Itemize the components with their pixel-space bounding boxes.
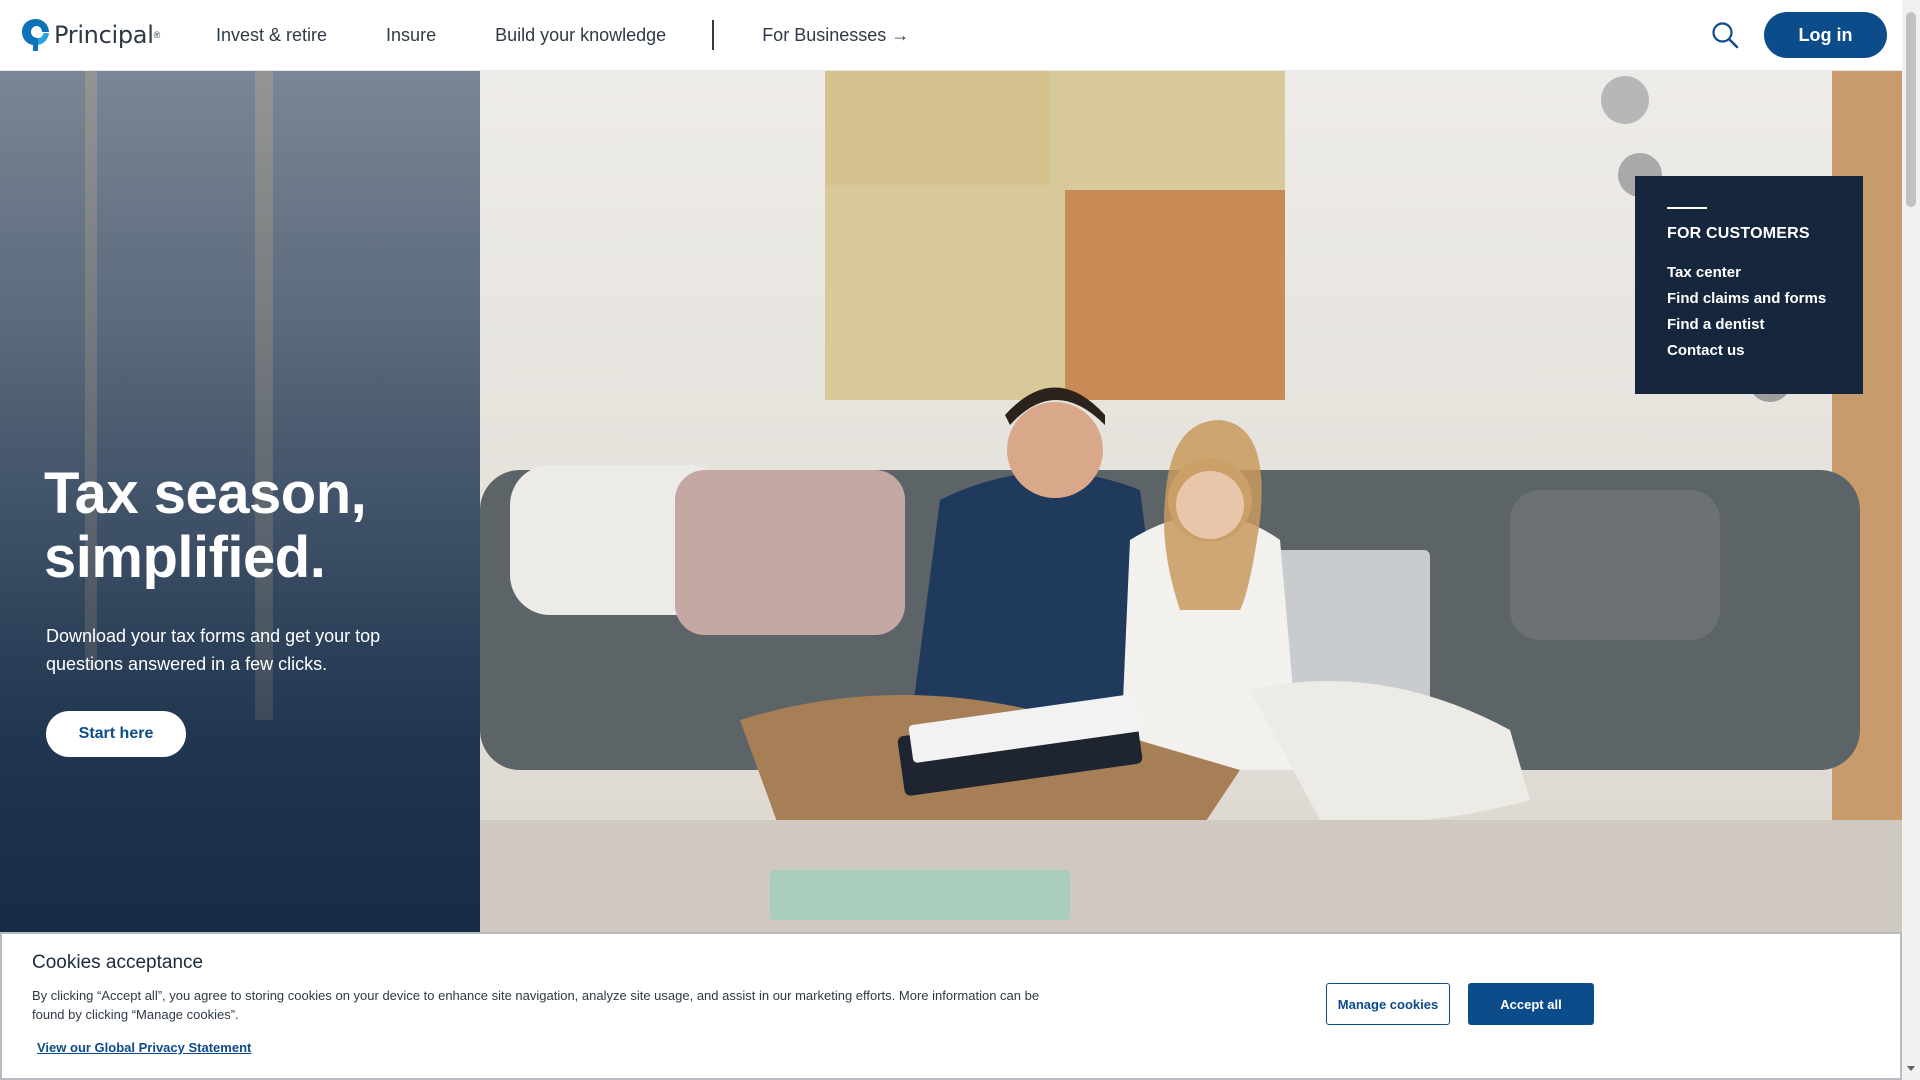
for-customers-panel: FOR CUSTOMERS Tax center Find claims and…: [1635, 176, 1863, 394]
hero-title: Tax season, simplified.: [44, 461, 367, 590]
page-scrollbar[interactable]: [1902, 0, 1920, 1080]
link-find-dentist[interactable]: Find a dentist: [1667, 312, 1826, 338]
panel-links: Tax center Find claims and forms Find a …: [1667, 260, 1826, 364]
nav-invest-retire[interactable]: Invest & retire: [216, 25, 327, 46]
hero-section: Tax season, simplified. Download your ta…: [0, 70, 1902, 932]
wall-art-orange: [1065, 190, 1285, 400]
cookie-text: By clicking “Accept all”, you agree to s…: [32, 988, 1040, 1022]
accept-all-button[interactable]: Accept all: [1468, 983, 1594, 1025]
floor-rug: [480, 820, 1902, 932]
link-tax-center[interactable]: Tax center: [1667, 260, 1826, 286]
striped-cushion: [675, 470, 905, 635]
principal-logo-icon: [22, 19, 49, 51]
link-find-claims-forms[interactable]: Find claims and forms: [1667, 286, 1826, 312]
hero-subtitle: Download your tax forms and get your top…: [46, 626, 381, 674]
logo-wordmark: Principal: [54, 21, 154, 49]
scroll-down-arrow-icon[interactable]: [1907, 1066, 1915, 1071]
privacy-statement-link[interactable]: View our Global Privacy Statement: [37, 1040, 251, 1055]
paper-folder: [770, 870, 1070, 920]
login-button[interactable]: Log in: [1764, 12, 1887, 58]
search-button[interactable]: [1710, 20, 1740, 50]
search-icon: [1712, 22, 1739, 49]
cookie-title: Cookies acceptance: [32, 952, 204, 973]
nav-build-knowledge[interactable]: Build your knowledge: [495, 25, 666, 46]
logo-registered-mark: ®: [153, 30, 161, 40]
main-nav: Invest & retire Insure Build your knowle…: [216, 0, 909, 70]
nav-insure[interactable]: Insure: [386, 25, 436, 46]
start-here-button[interactable]: Start here: [46, 711, 186, 757]
cookie-banner: Cookies acceptance By clicking “Accept a…: [0, 932, 1902, 1080]
link-contact-us[interactable]: Contact us: [1667, 338, 1826, 364]
panel-heading: FOR CUSTOMERS: [1667, 225, 1810, 242]
nav-divider: [712, 20, 715, 50]
nav-for-businesses[interactable]: For Businesses →: [762, 25, 909, 46]
manage-cookies-button[interactable]: Manage cookies: [1326, 983, 1450, 1025]
panel-rule: [1667, 207, 1707, 209]
principal-logo[interactable]: Principal ®: [20, 17, 160, 53]
scrollbar-thumb[interactable]: [1906, 12, 1916, 207]
site-header: Principal ® Invest & retire Insure Build …: [0, 0, 1902, 71]
